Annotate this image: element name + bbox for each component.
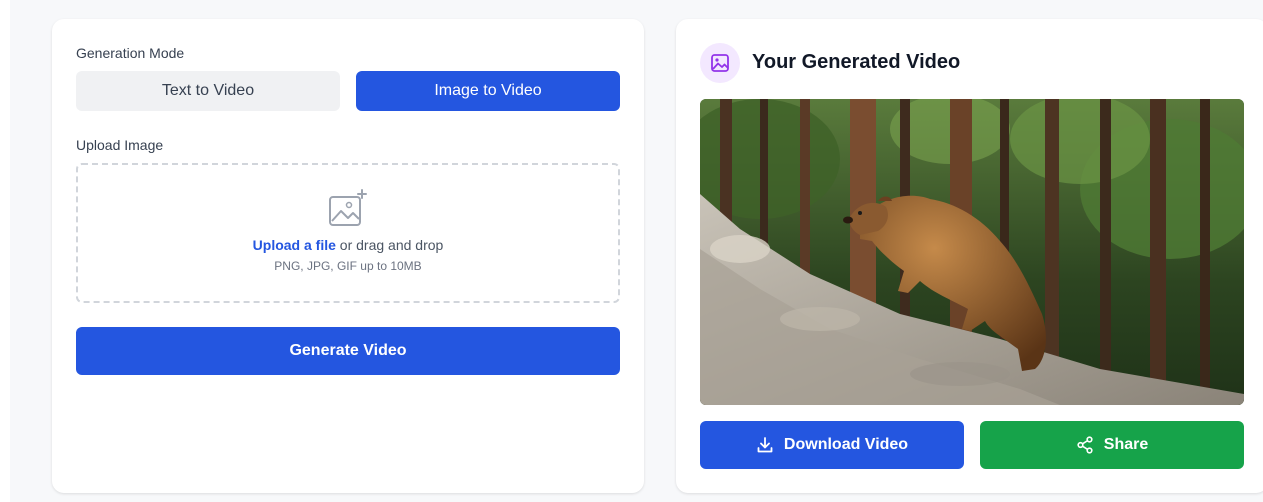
image-icon <box>700 43 740 83</box>
result-title: Your Generated Video <box>752 51 961 73</box>
generation-mode-label: Generation Mode <box>76 45 185 61</box>
bear-forest-preview-image <box>700 99 1244 405</box>
upload-dropzone[interactable]: Upload a file or drag and drop PNG, JPG,… <box>76 163 620 303</box>
download-video-button[interactable]: Download Video <box>700 421 964 469</box>
generator-card: Generation Mode Text to Video Image to V… <box>52 19 644 493</box>
image-to-video-tab[interactable]: Image to Video <box>356 71 620 111</box>
dropzone-instructions: Upload a file or drag and drop <box>253 237 444 253</box>
share-label: Share <box>1103 436 1149 453</box>
file-type-hint: PNG, JPG, GIF up to 10MB <box>274 259 422 273</box>
upload-file-link[interactable]: Upload a file <box>253 237 336 253</box>
download-video-label: Download Video <box>783 436 909 453</box>
drag-drop-text: or drag and drop <box>339 237 444 253</box>
share-button[interactable]: Share <box>980 421 1244 469</box>
image-add-icon <box>329 189 367 226</box>
share-icon <box>1077 436 1093 454</box>
download-icon <box>757 437 773 453</box>
generate-video-button[interactable]: Generate Video <box>76 327 620 375</box>
result-card: Your Generated Video Download Video Shar… <box>676 19 1263 493</box>
video-preview[interactable] <box>700 99 1244 405</box>
text-to-video-tab[interactable]: Text to Video <box>76 71 340 111</box>
upload-image-label: Upload Image <box>76 137 164 153</box>
page-background: Generation Mode Text to Video Image to V… <box>10 0 1263 502</box>
